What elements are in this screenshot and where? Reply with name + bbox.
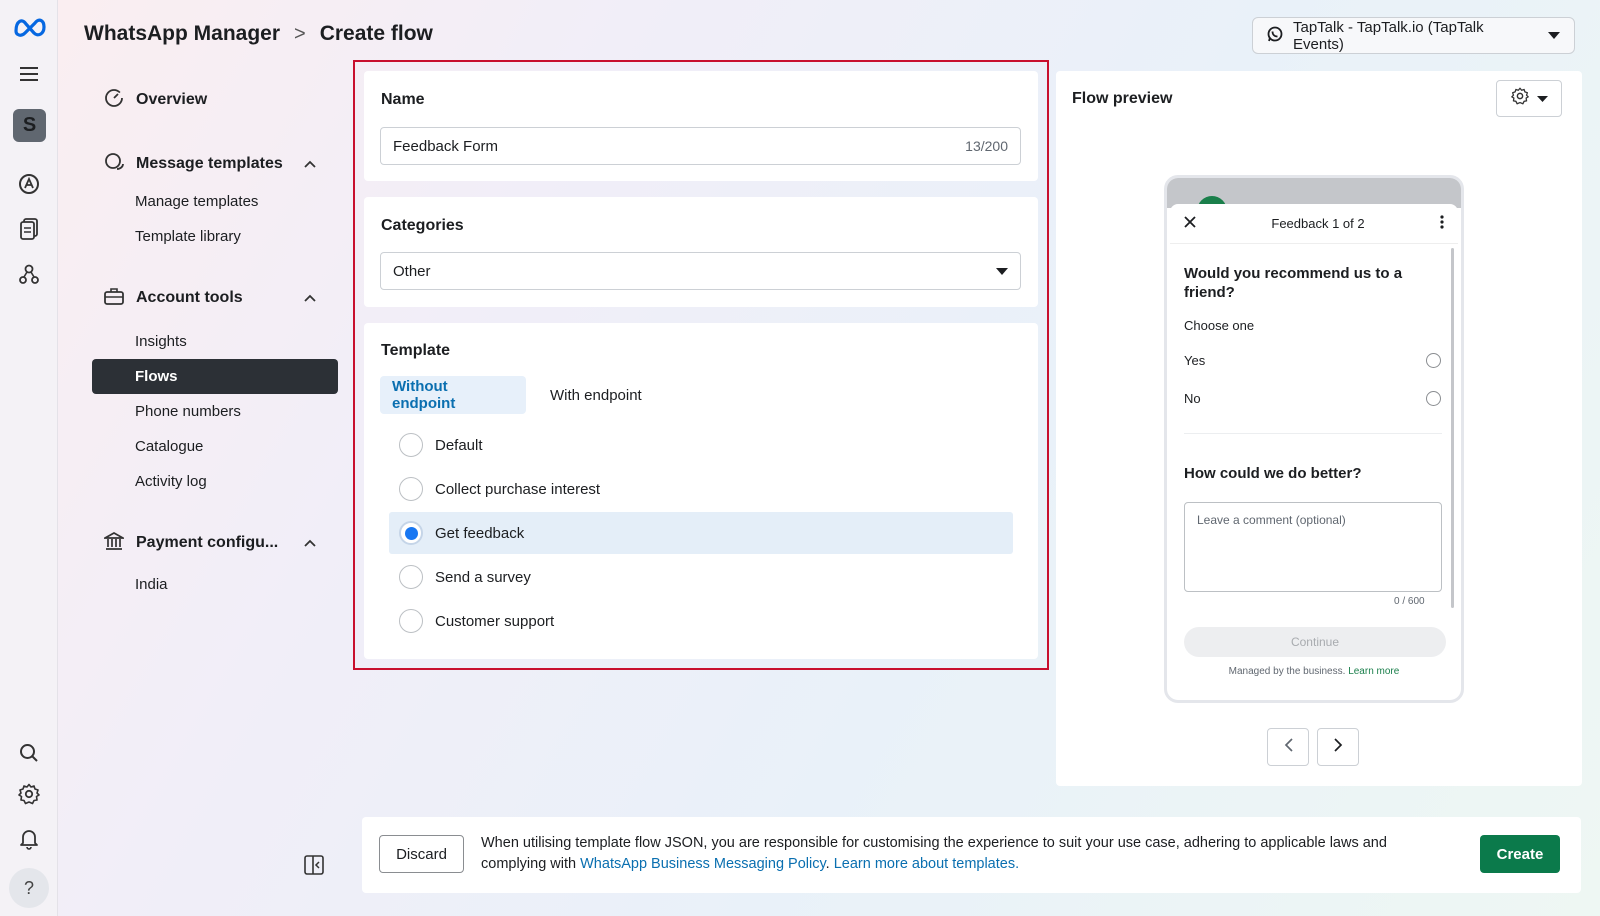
template-option-send-a-survey[interactable]: Send a survey [389, 556, 1013, 598]
settings-icon[interactable] [13, 778, 45, 810]
chevron-right-icon [1333, 737, 1343, 757]
footer-bar: Discard When utilising template flow JSO… [362, 817, 1581, 893]
template-label: Template [381, 342, 451, 359]
name-card: Name Feedback Form 13/200 [364, 71, 1038, 181]
pages-icon[interactable] [13, 213, 45, 245]
sheet-title: Feedback 1 of 2 [1271, 216, 1365, 231]
page-title: Create flow [319, 22, 433, 45]
radio-button[interactable] [399, 433, 423, 457]
sidebar-group-message-templates[interactable]: Message templates [92, 144, 338, 184]
create-button[interactable]: Create [1480, 835, 1560, 873]
more-vertical-icon[interactable] [1440, 215, 1444, 232]
sidebar-nav: Overview Message templates Manage templa… [92, 80, 338, 602]
discard-button[interactable]: Discard [379, 835, 464, 873]
flow-preview-title: Flow preview [1072, 90, 1173, 107]
sidebar-item-activity-log[interactable]: Activity log [92, 464, 338, 499]
sidebar-item-overview[interactable]: Overview [92, 80, 338, 120]
name-char-count: 13/200 [965, 138, 1008, 154]
sidebar-item-insights[interactable]: Insights [92, 324, 338, 359]
close-icon[interactable] [1184, 216, 1196, 231]
flow-preview-panel: Flow preview Feedback 1 of 2 Would you r… [1056, 71, 1582, 786]
sidebar-item-india[interactable]: India [92, 567, 338, 602]
template-card: Template Without endpoint With endpoint … [364, 323, 1038, 659]
sidebar-item-catalogue[interactable]: Catalogue [92, 429, 338, 464]
bank-icon [101, 531, 127, 556]
ads-icon[interactable] [13, 168, 45, 200]
help-icon[interactable]: ? [9, 868, 49, 908]
breadcrumb: WhatsApp Manager > Create flow [84, 22, 433, 46]
category-select[interactable]: Other [380, 252, 1021, 290]
divider [1184, 433, 1442, 434]
chat-bubbles-icon [104, 152, 124, 177]
chevron-up-icon [304, 291, 316, 305]
continue-button[interactable]: Continue [1184, 627, 1446, 657]
template-option-customer-support[interactable]: Customer support [389, 600, 1013, 642]
template-option-default[interactable]: Default [389, 424, 1013, 466]
comment-char-count: 0 / 600 [1394, 596, 1425, 607]
template-option-collect-purchase-interest[interactable]: Collect purchase interest [389, 468, 1013, 510]
question-recommend: Would you recommend us to a friend? [1184, 265, 1403, 301]
radio-button[interactable] [399, 565, 423, 589]
chevron-left-icon [1284, 737, 1293, 757]
sheet-scrollbar[interactable] [1451, 248, 1454, 608]
chevron-up-icon [304, 536, 316, 550]
tab-without-endpoint[interactable]: Without endpoint [380, 376, 526, 414]
radio-button[interactable] [399, 477, 423, 501]
icon-rail: S ? [0, 0, 58, 916]
sidebar-group-payment-config[interactable]: Payment configu... [92, 523, 338, 563]
radio-button[interactable] [399, 609, 423, 633]
network-icon[interactable] [13, 258, 45, 290]
gear-icon [1510, 87, 1529, 110]
managed-notice: Managed by the business. Learn more [1228, 666, 1400, 677]
categories-label: Categories [381, 217, 464, 234]
name-input[interactable]: Feedback Form 13/200 [380, 127, 1021, 165]
collapse-sidebar-icon[interactable] [304, 855, 324, 880]
sidebar-item-manage-templates[interactable]: Manage templates [92, 184, 338, 219]
sidebar-item-flows[interactable]: Flows [92, 359, 338, 394]
name-label: Name [381, 91, 425, 108]
option-yes-label: Yes [1184, 353, 1206, 368]
caret-down-icon [996, 263, 1008, 280]
account-selector-label: TapTalk - TapTalk.io (TapTalk Events) [1293, 18, 1484, 53]
sheet-header: Feedback 1 of 2 [1170, 204, 1458, 244]
dashboard-gauge-icon [104, 88, 124, 113]
account-selector[interactable]: TapTalk - TapTalk.io (TapTalk Events) [1252, 17, 1575, 54]
question-do-better: How could we do better? [1184, 465, 1362, 482]
phone-mockup: Feedback 1 of 2 Would you recommend us t… [1164, 175, 1464, 703]
sidebar-item-phone-numbers[interactable]: Phone numbers [92, 394, 338, 429]
notifications-bell-icon[interactable] [13, 823, 45, 855]
template-option-get-feedback[interactable]: Get feedback [389, 512, 1013, 554]
flow-sheet: Feedback 1 of 2 Would you recommend us t… [1170, 204, 1458, 696]
caret-down-icon [1536, 90, 1548, 108]
whatsapp-icon [1267, 26, 1283, 46]
policy-link[interactable]: WhatsApp Business Messaging Policy [580, 856, 826, 872]
name-input-value: Feedback Form [393, 137, 499, 155]
breadcrumb-app[interactable]: WhatsApp Manager [84, 22, 280, 46]
option-no-radio[interactable] [1426, 391, 1441, 406]
sidebar-group-account-tools[interactable]: Account tools [92, 278, 338, 318]
template-notice: When utilising template flow JSON, you a… [481, 835, 1387, 872]
option-yes-radio[interactable] [1426, 353, 1441, 368]
chevron-up-icon [304, 157, 316, 171]
tab-with-endpoint[interactable]: With endpoint [538, 376, 654, 414]
previous-screen-button[interactable] [1267, 728, 1309, 766]
next-screen-button[interactable] [1317, 728, 1359, 766]
categories-card: Categories Other [364, 197, 1038, 307]
category-select-value: Other [393, 262, 431, 280]
meta-logo-icon[interactable] [12, 10, 48, 42]
choose-one-label: Choose one [1184, 318, 1255, 333]
business-avatar[interactable]: S [13, 109, 46, 142]
learn-more-link[interactable]: Learn more [1348, 666, 1399, 677]
sidebar-item-template-library[interactable]: Template library [92, 219, 338, 254]
learn-more-templates-link[interactable]: Learn more about templates. [834, 856, 1019, 872]
option-no-label: No [1184, 391, 1201, 406]
menu-icon[interactable] [13, 58, 45, 90]
comment-textarea[interactable]: Leave a comment (optional) [1184, 502, 1442, 592]
preview-settings-button[interactable] [1496, 80, 1562, 117]
toolbox-icon [104, 287, 124, 310]
caret-down-icon [1548, 27, 1560, 44]
breadcrumb-separator: > [294, 22, 306, 45]
search-icon[interactable] [13, 737, 45, 769]
radio-button-selected[interactable] [399, 521, 423, 545]
